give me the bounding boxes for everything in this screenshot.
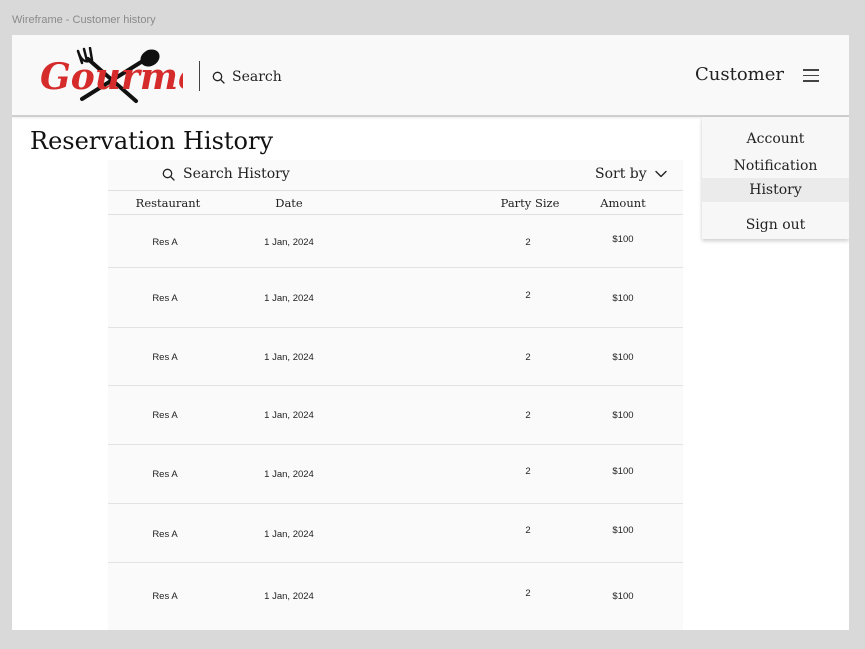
cell-amount: $100 <box>612 410 634 421</box>
cell-restaurant: Res A <box>152 529 178 540</box>
column-header-date[interactable]: Date <box>258 196 320 210</box>
menu-item-account[interactable]: Account <box>702 127 849 151</box>
menu-item-sign-out[interactable]: Sign out <box>702 213 849 237</box>
column-header-restaurant[interactable]: Restaurant <box>130 196 206 210</box>
sort-by-button[interactable]: Sort by <box>595 166 667 182</box>
history-search[interactable]: Search History <box>162 166 290 182</box>
app-canvas: Gourmet Search Customer Reservation Hist… <box>12 35 849 630</box>
page-title: Reservation History <box>30 127 274 155</box>
history-search-label: Search History <box>183 166 290 182</box>
frame-label: Wireframe - Customer history <box>12 14 156 26</box>
history-toolbar: Search History Sort by <box>108 160 683 191</box>
customer-label[interactable]: Customer <box>695 64 784 85</box>
search-icon <box>212 71 225 84</box>
cell-restaurant: Res A <box>152 591 178 602</box>
cell-restaurant: Res A <box>152 237 178 248</box>
crossed-spoon-fork-icon: Gourmet <box>40 47 183 103</box>
history-table: Search History Sort by Restaurant Date P… <box>108 160 683 630</box>
menu-item-history[interactable]: History <box>702 178 849 202</box>
cell-date: 1 Jan, 2024 <box>264 237 314 248</box>
table-row[interactable]: Res A 1 Jan, 2024 2 $100 <box>108 386 683 445</box>
brand-wordmark: Gourmet <box>40 56 183 98</box>
cell-date: 1 Jan, 2024 <box>264 293 314 304</box>
cell-party-size: 2 <box>525 410 531 421</box>
table-row[interactable]: Res A 1 Jan, 2024 2 $100 <box>108 216 683 268</box>
cell-restaurant: Res A <box>152 352 178 363</box>
header-search[interactable]: Search <box>212 67 282 87</box>
cell-amount: $100 <box>612 466 634 477</box>
cell-amount: $100 <box>612 591 634 602</box>
hamburger-menu-icon[interactable] <box>803 69 819 83</box>
cell-amount: $100 <box>612 525 634 536</box>
column-header-amount[interactable]: Amount <box>596 196 650 210</box>
chevron-down-icon <box>654 170 667 178</box>
table-row[interactable]: Res A 1 Jan, 2024 2 $100 <box>108 268 683 328</box>
cell-date: 1 Jan, 2024 <box>264 410 314 421</box>
cell-date: 1 Jan, 2024 <box>264 352 314 363</box>
cell-restaurant: Res A <box>152 469 178 480</box>
cell-amount: $100 <box>612 234 634 245</box>
header-divider <box>199 61 200 91</box>
cell-date: 1 Jan, 2024 <box>264 591 314 602</box>
table-header: Restaurant Date Party Size Amount <box>108 191 683 215</box>
header-search-label: Search <box>232 69 282 85</box>
table-row[interactable]: Res A 1 Jan, 2024 2 $100 <box>108 504 683 563</box>
table-row[interactable]: Res A 1 Jan, 2024 2 $100 <box>108 328 683 386</box>
cell-restaurant: Res A <box>152 410 178 421</box>
account-dropdown-menu: Account Notification History Sign out <box>702 117 849 239</box>
cell-party-size: 2 <box>525 352 531 363</box>
cell-date: 1 Jan, 2024 <box>264 529 314 540</box>
column-header-party-size[interactable]: Party Size <box>496 196 564 210</box>
search-icon <box>162 168 175 181</box>
gourmet-logo[interactable]: Gourmet <box>38 47 183 105</box>
menu-item-notification[interactable]: Notification <box>702 154 849 178</box>
cell-date: 1 Jan, 2024 <box>264 469 314 480</box>
cell-party-size: 2 <box>525 237 531 248</box>
top-header: Gourmet Search Customer <box>12 35 849 117</box>
cell-party-size: 2 <box>525 466 531 477</box>
cell-party-size: 2 <box>525 525 531 536</box>
cell-party-size: 2 <box>525 290 531 301</box>
cell-amount: $100 <box>612 352 634 363</box>
cell-party-size: 2 <box>525 588 531 599</box>
table-row[interactable]: Res A 1 Jan, 2024 2 $100 <box>108 445 683 504</box>
sort-by-label: Sort by <box>595 166 647 182</box>
table-row[interactable]: Res A 1 Jan, 2024 2 $100 <box>108 563 683 630</box>
cell-restaurant: Res A <box>152 293 178 304</box>
cell-amount: $100 <box>612 293 634 304</box>
